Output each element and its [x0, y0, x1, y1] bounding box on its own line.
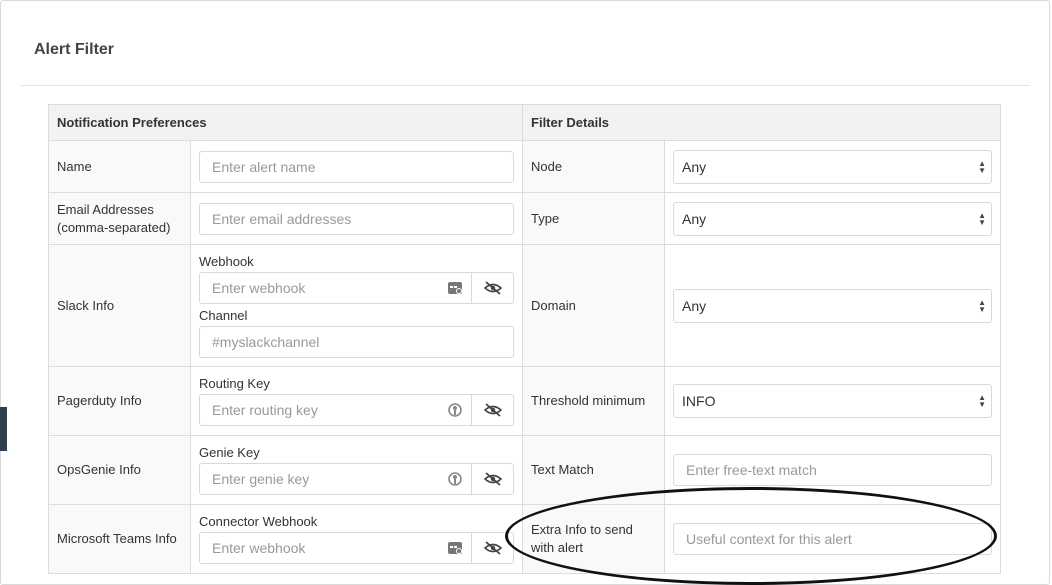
threshold-select[interactable]: INFO ▲ ▼: [673, 384, 993, 418]
pagerduty-info-label: Pagerduty Info: [48, 366, 191, 436]
header-divider: [20, 85, 1030, 86]
threshold-select-value: INFO: [682, 393, 716, 409]
teams-webhook-input[interactable]: Enter webhook: [199, 532, 473, 564]
webhook-icon: [448, 281, 463, 294]
routing-key-label: Routing Key: [199, 376, 270, 391]
domain-label: Domain: [522, 244, 666, 367]
webhook-label: Webhook: [199, 253, 254, 269]
background-sidebar-edge: [0, 407, 7, 451]
genie-key-input[interactable]: Enter genie key: [199, 463, 473, 495]
select-arrows-icon: ▲ ▼: [978, 393, 987, 409]
eye-slash-icon: [483, 280, 502, 295]
text-match-input[interactable]: Enter free-text match: [673, 454, 993, 486]
select-arrows-icon: ▲ ▼: [978, 158, 987, 175]
slack-channel-input[interactable]: #myslackchannel: [199, 325, 515, 358]
notification-preferences-header: Notification Preferences: [47, 104, 524, 141]
genie-key-label: Genie Key: [199, 445, 260, 460]
extra-info-label: Extra Info to send with alert: [522, 504, 666, 574]
slack-webhook-input[interactable]: Enter webhook: [199, 271, 473, 304]
genie-key-placeholder: Enter genie key: [212, 471, 310, 487]
type-label: Type: [522, 192, 666, 245]
eye-slash-icon: [483, 403, 502, 417]
threshold-minimum-label: Threshold minimum: [522, 366, 666, 436]
teams-info-label: Microsoft Teams Info: [48, 504, 191, 574]
toggle-visibility-button[interactable]: [472, 532, 515, 564]
eye-slash-icon: [483, 472, 502, 486]
webhook-icon: [448, 542, 463, 554]
filter-details-header: Filter Details: [522, 104, 1002, 141]
toggle-visibility-button[interactable]: [472, 463, 515, 495]
key-icon: [448, 403, 462, 417]
extra-info-input[interactable]: Useful context for this alert: [673, 523, 993, 555]
teams-webhook-placeholder: Enter webhook: [212, 540, 306, 556]
email-label: Email Addresses (comma-separated): [48, 192, 191, 245]
type-select-value: Any: [682, 210, 707, 227]
slack-info-label: Slack Info: [48, 244, 191, 367]
channel-label: Channel: [199, 307, 248, 323]
domain-select-value: Any: [682, 297, 707, 314]
key-icon: [448, 472, 462, 486]
text-match-label: Text Match: [522, 435, 666, 505]
routing-key-input[interactable]: Enter routing key: [199, 394, 473, 426]
domain-select[interactable]: Any ▲ ▼: [673, 288, 993, 323]
select-arrows-icon: ▲ ▼: [978, 210, 987, 227]
node-select[interactable]: Any ▲ ▼: [673, 149, 993, 184]
node-label: Node: [522, 140, 666, 193]
select-arrows-icon: ▲ ▼: [978, 297, 987, 314]
name-label: Name: [48, 140, 191, 193]
toggle-visibility-button[interactable]: [472, 394, 515, 426]
opsgenie-info-label: OpsGenie Info: [48, 435, 191, 505]
alert-name-input[interactable]: Enter alert name: [199, 150, 515, 183]
node-select-value: Any: [682, 158, 707, 175]
type-select[interactable]: Any ▲ ▼: [673, 201, 993, 236]
email-addresses-input[interactable]: Enter email addresses: [199, 202, 515, 235]
alert-filter-table: Notification Preferences Filter Details …: [47, 104, 1002, 574]
toggle-visibility-button[interactable]: [472, 271, 515, 304]
routing-key-placeholder: Enter routing key: [212, 402, 318, 418]
slack-webhook-placeholder: Enter webhook: [212, 279, 306, 296]
eye-slash-icon: [483, 541, 502, 555]
connector-webhook-label: Connector Webhook: [199, 514, 318, 529]
modal-title: Alert Filter: [34, 41, 115, 58]
